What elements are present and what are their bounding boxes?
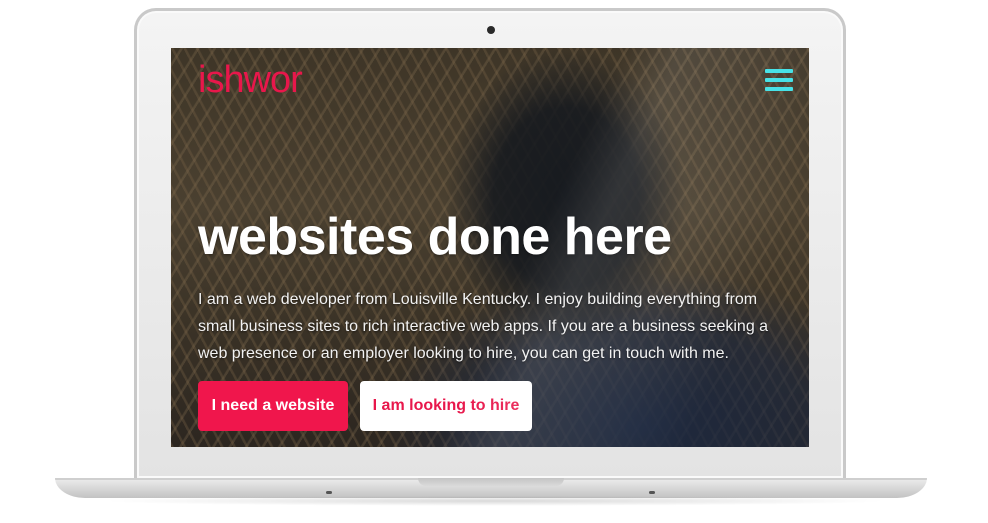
webcam-icon bbox=[487, 26, 495, 34]
menu-bar bbox=[765, 69, 793, 73]
menu-bar bbox=[765, 87, 793, 91]
hero-title: websites done here bbox=[198, 208, 672, 266]
laptop-shadow bbox=[100, 496, 890, 506]
menu-bar bbox=[765, 78, 793, 82]
laptop-notch bbox=[418, 478, 564, 486]
need-website-button[interactable]: I need a website bbox=[198, 381, 348, 431]
hamburger-menu-icon[interactable] bbox=[765, 69, 793, 95]
hero-description: I am a web developer from Louisville Ken… bbox=[198, 291, 769, 362]
laptop-foot bbox=[649, 491, 655, 494]
site-logo[interactable]: ishwor bbox=[198, 58, 303, 102]
laptop-foot bbox=[326, 491, 332, 494]
looking-to-hire-button[interactable]: I am looking to hire bbox=[360, 381, 532, 431]
website-screen: ishwor websites done here I am a web dev… bbox=[171, 48, 809, 447]
laptop-mockup: ishwor websites done here I am a web dev… bbox=[0, 0, 988, 523]
